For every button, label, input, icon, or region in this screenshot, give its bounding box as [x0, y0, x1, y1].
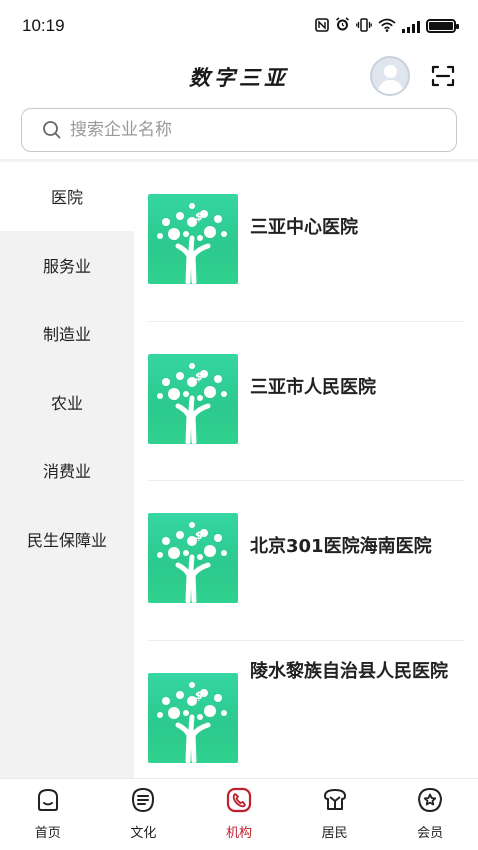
nav-label: 机构	[225, 826, 252, 841]
bottom-nav: 首页 文化 机构 居民 会员	[0, 778, 478, 850]
scan-icon	[431, 65, 455, 87]
nav-label: 居民	[321, 826, 348, 841]
list-item[interactable]: $ 北京301医院海南医院	[148, 481, 464, 641]
nav-item-culture[interactable]: 文化	[96, 779, 192, 850]
svg-text:$: $	[195, 529, 203, 542]
alarm-icon	[335, 17, 350, 35]
nfc-icon	[315, 17, 329, 35]
resident-icon	[323, 789, 346, 810]
svg-text:$: $	[195, 689, 203, 702]
tree-logo-icon: $	[148, 513, 238, 603]
nav-label: 会员	[417, 826, 444, 841]
search-box[interactable]	[21, 108, 457, 152]
member-icon	[418, 787, 443, 813]
tree-logo-icon: $	[148, 194, 238, 284]
sidebar-item-agriculture[interactable]: 农业	[0, 368, 134, 437]
company-name: 北京301医院海南医院	[250, 536, 432, 557]
category-sidebar: 医院 服务业 制造业 农业 消费业 民生保障业	[0, 162, 134, 778]
sidebar-item-label: 制造业	[42, 325, 91, 345]
tree-logo-icon: $	[148, 353, 238, 444]
sidebar-item-consumer[interactable]: 消费业	[0, 436, 134, 505]
sidebar-item-manufacturing[interactable]: 制造业	[0, 299, 134, 368]
sidebar-item-label: 医院	[50, 188, 83, 208]
svg-text:$: $	[195, 210, 203, 223]
status-time: 10:19	[22, 16, 65, 35]
list-item[interactable]: $ 三亚市人民医院	[148, 322, 464, 481]
culture-icon	[132, 787, 155, 813]
signal-icon	[402, 20, 420, 33]
list-item[interactable]: $ 三亚中心医院	[148, 162, 464, 322]
nav-item-resident[interactable]: 居民	[287, 779, 383, 850]
tree-logo-icon: $	[148, 672, 238, 763]
nav-item-institution[interactable]: 机构	[191, 779, 287, 850]
sidebar-item-hospital[interactable]: 医院	[0, 162, 134, 231]
nav-label: 文化	[130, 826, 157, 841]
status-bar: 10:19	[0, 0, 478, 52]
company-list: $ 三亚中心医院 $ 三亚市人民医院 $ 北京301医院海南医院 $ 陵水黎族自…	[148, 162, 464, 778]
search-input[interactable]	[70, 120, 430, 140]
scan-button[interactable]	[431, 64, 455, 88]
sidebar-item-label: 农业	[50, 393, 83, 413]
sidebar-item-label: 消费业	[42, 462, 91, 482]
home-icon	[37, 788, 58, 811]
avatar[interactable]	[370, 56, 410, 96]
company-name: 陵水黎族自治县人民医院	[250, 660, 448, 682]
nav-label: 首页	[34, 826, 61, 841]
list-item[interactable]: $ 陵水黎族自治县人民医院	[148, 641, 464, 779]
sidebar-item-livelihood[interactable]: 民生保障业	[0, 505, 134, 574]
header: 数字三亚	[0, 52, 478, 102]
vibrate-icon	[356, 17, 372, 35]
battery-icon	[426, 19, 459, 33]
sidebar-item-service[interactable]: 服务业	[0, 231, 134, 300]
nav-item-home[interactable]: 首页	[0, 779, 96, 850]
company-name: 三亚中心医院	[250, 217, 358, 238]
sidebar-item-label: 民生保障业	[26, 530, 107, 550]
status-icons	[315, 17, 459, 35]
wifi-icon	[378, 18, 396, 35]
search-icon	[43, 121, 61, 139]
sidebar-item-label: 服务业	[42, 256, 91, 276]
nav-item-member[interactable]: 会员	[382, 779, 478, 850]
svg-text:$: $	[195, 370, 203, 383]
company-name: 三亚市人民医院	[250, 376, 376, 398]
institution-icon	[226, 787, 252, 813]
